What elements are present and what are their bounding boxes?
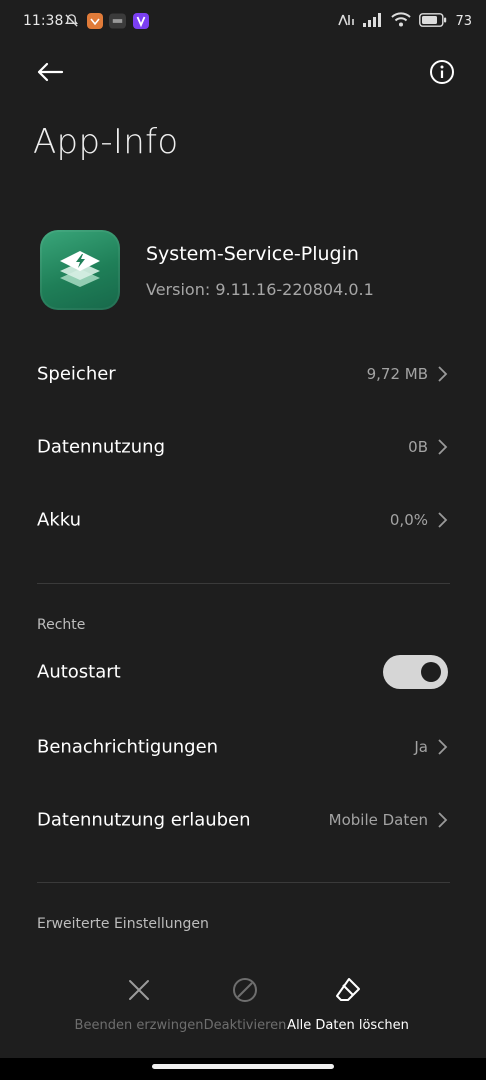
- battery-percent: 73: [455, 14, 472, 29]
- app-info-screen: 11:38 73 App-Info System-Service-Plugin …: [0, 0, 486, 1080]
- battery-icon: [419, 12, 447, 31]
- bottom-action-bar: Beenden erzwingen Deaktivieren Alle Date…: [0, 975, 486, 1045]
- eraser-icon: [333, 975, 363, 1005]
- clear-data-button[interactable]: Alle Daten löschen: [287, 975, 409, 1033]
- wifi-icon: [391, 12, 412, 31]
- notifications-row[interactable]: Benachrichtigungen Ja: [0, 715, 486, 779]
- app-icon: [40, 230, 120, 310]
- clear-data-label: Alle Daten löschen: [287, 1018, 409, 1033]
- autostart-label: Autostart: [37, 661, 121, 683]
- layers-bolt-icon: [60, 251, 100, 287]
- force-stop-button[interactable]: Beenden erzwingen: [75, 975, 203, 1033]
- force-stop-label: Beenden erzwingen: [74, 1018, 204, 1033]
- signal-extra-icon: [337, 12, 355, 31]
- data-usage-label: Datennutzung: [37, 436, 165, 458]
- battery-row[interactable]: Akku 0,0%: [0, 488, 486, 552]
- chevron-right-icon: [438, 739, 448, 755]
- block-icon: [230, 975, 260, 1005]
- notification-icons: [63, 12, 149, 29]
- app-version: Version: 9.11.16-220804.0.1: [146, 280, 374, 299]
- divider: [37, 882, 450, 883]
- system-status-icons: 73: [337, 12, 472, 31]
- divider: [37, 583, 450, 584]
- mute-notification-icon: [63, 12, 80, 29]
- advanced-settings-label[interactable]: Erweiterte Einstellungen: [37, 916, 209, 932]
- allow-data-usage-row[interactable]: Datennutzung erlauben Mobile Daten: [0, 788, 486, 852]
- disable-label: Deaktivieren: [203, 1018, 287, 1033]
- data-usage-row[interactable]: Datennutzung 0B: [0, 415, 486, 479]
- storage-label: Speicher: [37, 363, 116, 385]
- close-icon: [124, 975, 154, 1005]
- cellular-signal-icon: [363, 12, 383, 31]
- back-button[interactable]: [32, 54, 68, 90]
- disable-button[interactable]: Deaktivieren: [204, 975, 286, 1033]
- arrow-left-icon: [37, 62, 64, 82]
- navigation-bar: [0, 1058, 486, 1080]
- allow-data-usage-label: Datennutzung erlauben: [37, 809, 251, 831]
- data-usage-value: 0B: [408, 438, 428, 456]
- notifications-label: Benachrichtigungen: [37, 736, 219, 758]
- battery-value: 0,0%: [389, 511, 428, 529]
- storage-value: 9,72 MB: [366, 365, 428, 383]
- home-gesture-handle[interactable]: [152, 1064, 334, 1069]
- allow-data-usage-value: Mobile Daten: [328, 811, 428, 829]
- status-time: 11:38: [23, 13, 64, 29]
- chevron-right-icon: [438, 439, 448, 455]
- orange-app-icon: [86, 12, 103, 29]
- xda-app-icon: [109, 12, 126, 29]
- info-icon: [430, 60, 454, 84]
- toggle-knob: [421, 662, 441, 682]
- battery-label: Akku: [37, 509, 82, 531]
- rights-section-label: Rechte: [37, 617, 86, 633]
- notifications-value: Ja: [414, 738, 428, 756]
- page-title: App-Info: [33, 122, 179, 162]
- info-button[interactable]: [424, 54, 460, 90]
- app-name: System-Service-Plugin: [146, 243, 359, 265]
- storage-row[interactable]: Speicher 9,72 MB: [0, 342, 486, 406]
- chevron-right-icon: [438, 812, 448, 828]
- chevron-right-icon: [438, 512, 448, 528]
- autostart-toggle[interactable]: [383, 655, 448, 689]
- status-bar: 11:38 73: [0, 0, 486, 42]
- chevron-right-icon: [438, 366, 448, 382]
- viber-app-icon: [132, 12, 149, 29]
